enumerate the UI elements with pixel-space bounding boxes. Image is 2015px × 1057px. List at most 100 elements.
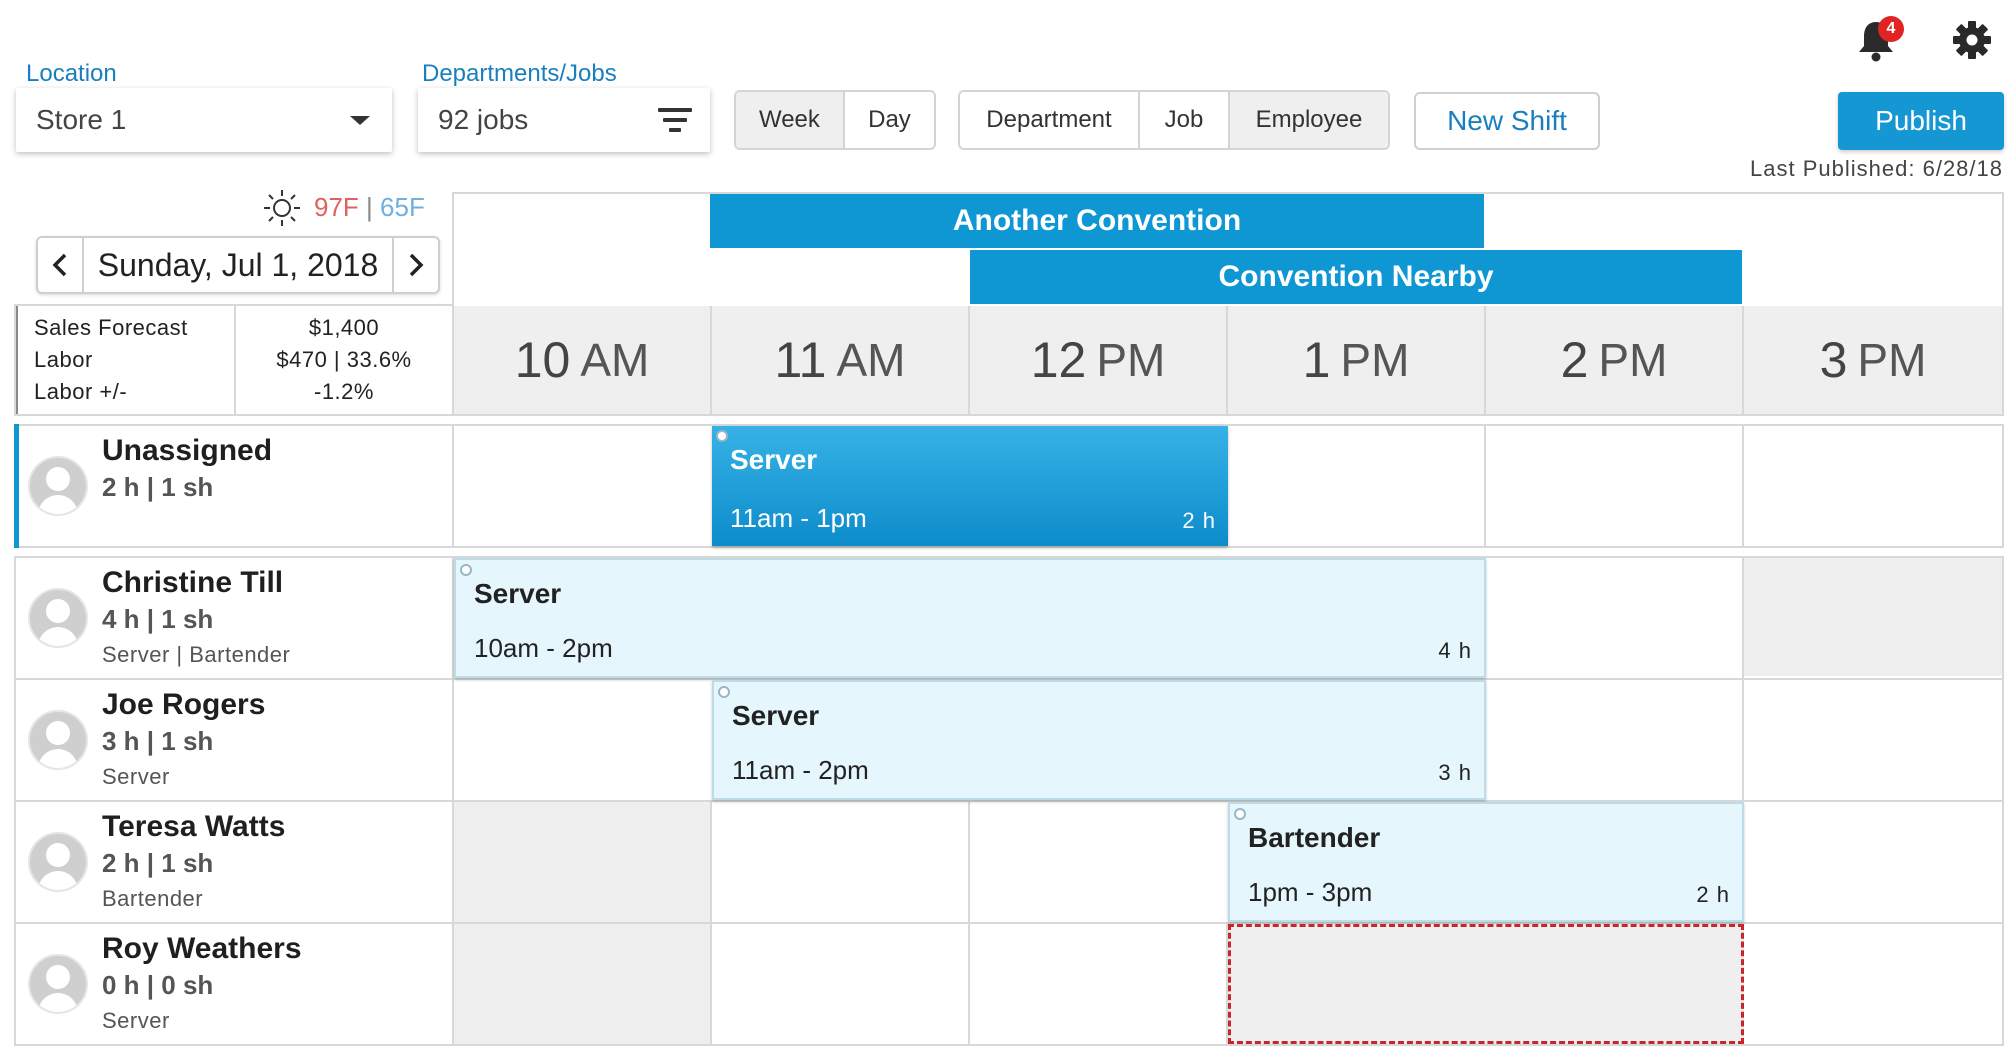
shift-job: Bartender xyxy=(1248,822,1381,853)
location-select[interactable]: Store 1 xyxy=(16,88,392,152)
row-divider xyxy=(1742,424,1744,548)
shift-time: 10am - 2pm xyxy=(474,633,613,663)
bell-icon[interactable]: 4 xyxy=(1856,16,1904,62)
labor-value: $470 | 33.6% xyxy=(276,347,412,372)
shift-block[interactable]: Server 11am - 1pm 2 h xyxy=(712,426,1228,546)
employee-name[interactable]: Christine Till xyxy=(102,566,283,600)
date-navigator: Sunday, Jul 1, 2018 xyxy=(36,236,440,294)
last-published-text: Last Published: 6/28/18 xyxy=(1750,156,2003,181)
departments-value: 92 jobs xyxy=(438,104,529,135)
department-button[interactable]: Department xyxy=(960,92,1140,148)
employee-hours: 2 h | 1 sh xyxy=(102,848,214,878)
hour-header-12pm: 12 PM xyxy=(970,306,1226,414)
labor-variance-value: -1.2% xyxy=(314,379,374,404)
job-button[interactable]: Job xyxy=(1140,92,1230,148)
column-line xyxy=(968,800,970,1046)
hour-header-2pm: 2 PM xyxy=(1486,306,1742,414)
person-icon xyxy=(28,710,88,770)
labor-variance-label: Labor +/- xyxy=(34,379,128,404)
hour-suffix: PM xyxy=(1857,334,1927,386)
filter-icon[interactable] xyxy=(658,108,692,134)
gear-icon[interactable] xyxy=(1952,20,1992,60)
hour-number: 3 xyxy=(1819,332,1848,388)
shift-job: Server xyxy=(730,444,818,475)
hour-suffix: PM xyxy=(1096,334,1166,386)
shift-job: Server xyxy=(732,700,820,731)
summary-labels: Sales Forecast Labor Labor +/- xyxy=(34,312,188,408)
departments-select[interactable]: 92 jobs xyxy=(418,88,710,152)
hour-number: 12 xyxy=(1030,332,1087,388)
new-shift-button[interactable]: New Shift xyxy=(1414,92,1600,150)
shift-block[interactable]: Server 11am - 2pm 3 h xyxy=(712,680,1486,800)
employee-hours: 4 h | 1 sh xyxy=(102,604,214,634)
location-value: Store 1 xyxy=(36,104,127,135)
hour-number: 11 xyxy=(774,332,827,388)
header-divider xyxy=(710,306,712,414)
hour-header-1pm: 1 PM xyxy=(1228,306,1484,414)
shift-duration: 3 h xyxy=(1438,760,1472,785)
employee-button[interactable]: Employee xyxy=(1230,92,1388,148)
chevron-left-icon[interactable] xyxy=(38,238,82,292)
summary-values: $1,400 $470 | 33.6% -1.2% xyxy=(236,312,452,408)
shift-block[interactable]: Bartender 1pm - 3pm 2 h xyxy=(1228,802,1744,922)
departments-label: Departments/Jobs xyxy=(422,60,617,87)
employee-jobs: Server xyxy=(102,1008,170,1033)
unavailable-cell xyxy=(454,924,710,1044)
caret-down-icon xyxy=(350,116,370,125)
employee-hours: 0 h | 0 sh xyxy=(102,970,214,1000)
employee-jobs: Server xyxy=(102,764,170,789)
shift-handle[interactable] xyxy=(460,564,472,576)
group-toggle: Department Job Employee xyxy=(958,90,1390,150)
shift-time: 11am - 2pm xyxy=(732,755,869,785)
temp-high: 97F xyxy=(314,192,359,222)
column-line xyxy=(710,800,712,1046)
person-icon xyxy=(28,832,88,892)
header-divider xyxy=(1742,306,1744,414)
hour-number: 1 xyxy=(1302,332,1331,388)
event-another-convention[interactable]: Another Convention xyxy=(710,194,1484,248)
hour-suffix: PM xyxy=(1598,334,1668,386)
hour-header-10am: 10 AM xyxy=(454,306,710,414)
shift-handle[interactable] xyxy=(716,430,728,442)
hour-number: 2 xyxy=(1560,332,1589,388)
event-convention-nearby[interactable]: Convention Nearby xyxy=(970,250,1742,304)
header-divider xyxy=(1226,306,1228,414)
unavailable-cell xyxy=(1744,558,2002,676)
shift-handle[interactable] xyxy=(718,686,730,698)
row-divider xyxy=(452,424,454,548)
employee-name[interactable]: Joe Rogers xyxy=(102,688,265,722)
temp-separator: | xyxy=(366,192,373,222)
notification-badge: 4 xyxy=(1878,16,1904,42)
person-icon xyxy=(28,588,88,648)
shift-handle[interactable] xyxy=(1234,808,1246,820)
shift-job: Server xyxy=(474,578,562,609)
employee-hours: 3 h | 1 sh xyxy=(102,726,214,756)
shift-drop-target[interactable] xyxy=(1228,924,1744,1044)
day-button[interactable]: Day xyxy=(845,92,934,148)
sales-forecast-value: $1,400 xyxy=(308,315,380,340)
employee-name[interactable]: Unassigned xyxy=(102,434,272,468)
weather-temps: 97F | 65F xyxy=(314,192,425,223)
unavailable-cell xyxy=(454,802,710,922)
shift-duration: 2 h xyxy=(1696,882,1730,907)
publish-button[interactable]: Publish xyxy=(1838,92,2004,150)
header-divider xyxy=(968,306,970,414)
shift-block[interactable]: Server 10am - 2pm 4 h xyxy=(454,558,1486,678)
hour-header-11am: 11 AM xyxy=(712,306,968,414)
labor-label: Labor xyxy=(34,347,93,372)
sun-icon xyxy=(262,188,302,228)
hour-suffix: PM xyxy=(1340,334,1410,386)
employee-jobs: Server | Bartender xyxy=(102,642,291,667)
hour-header-3pm: 3 PM xyxy=(1744,306,2002,414)
location-label: Location xyxy=(26,60,117,87)
sales-forecast-label: Sales Forecast xyxy=(34,315,188,340)
shift-duration: 2 h xyxy=(1182,508,1216,533)
week-button[interactable]: Week xyxy=(736,92,845,148)
chevron-right-icon[interactable] xyxy=(394,238,438,292)
current-date[interactable]: Sunday, Jul 1, 2018 xyxy=(82,238,394,292)
employee-name[interactable]: Teresa Watts xyxy=(102,810,285,844)
employee-name[interactable]: Roy Weathers xyxy=(102,932,302,966)
header-divider xyxy=(1484,306,1486,414)
shift-time: 11am - 1pm xyxy=(730,503,867,533)
hour-number: 10 xyxy=(514,332,571,388)
